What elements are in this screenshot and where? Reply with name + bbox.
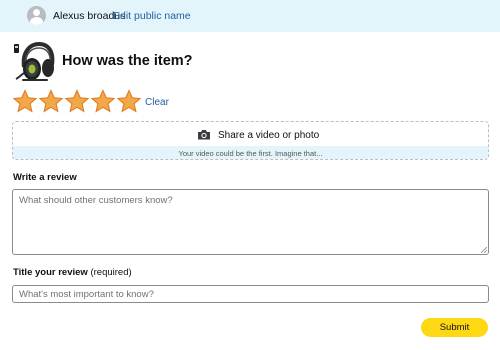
media-hint-banner: Your video could be the first. Imagine t…: [13, 146, 488, 159]
clear-rating-link[interactable]: Clear: [145, 97, 169, 108]
star-5-icon[interactable]: [116, 89, 142, 114]
profile-bar: Alexus broadus Edit public name: [0, 0, 500, 32]
media-upload-label: Share a video or photo: [218, 130, 320, 141]
avatar: [27, 6, 46, 25]
review-textarea[interactable]: [12, 189, 489, 255]
title-review-label: Title your review (required): [13, 267, 132, 278]
share-media-button[interactable]: Share a video or photo Your video could …: [12, 121, 489, 160]
star-3-icon[interactable]: [64, 89, 90, 114]
star-4-icon[interactable]: [90, 89, 116, 114]
edit-public-name-link[interactable]: Edit public name: [113, 10, 191, 22]
resize-handle-icon[interactable]: [481, 247, 487, 253]
required-note: (required): [90, 267, 132, 278]
review-title-input[interactable]: [12, 285, 489, 303]
submit-button[interactable]: Submit: [421, 318, 488, 337]
star-1-icon[interactable]: [12, 89, 38, 114]
camera-icon: [198, 130, 210, 140]
media-hint-text: Your video could be the first. Imagine t…: [178, 149, 323, 158]
product-headset-image: [12, 40, 56, 82]
item-question-heading: How was the item?: [62, 53, 193, 69]
media-upload-row: Share a video or photo: [13, 122, 488, 146]
star-2-icon[interactable]: [38, 89, 64, 114]
title-review-label-text: Title your review: [13, 267, 88, 278]
gaming-headset-icon: [14, 41, 55, 81]
write-review-label: Write a review: [13, 172, 77, 183]
